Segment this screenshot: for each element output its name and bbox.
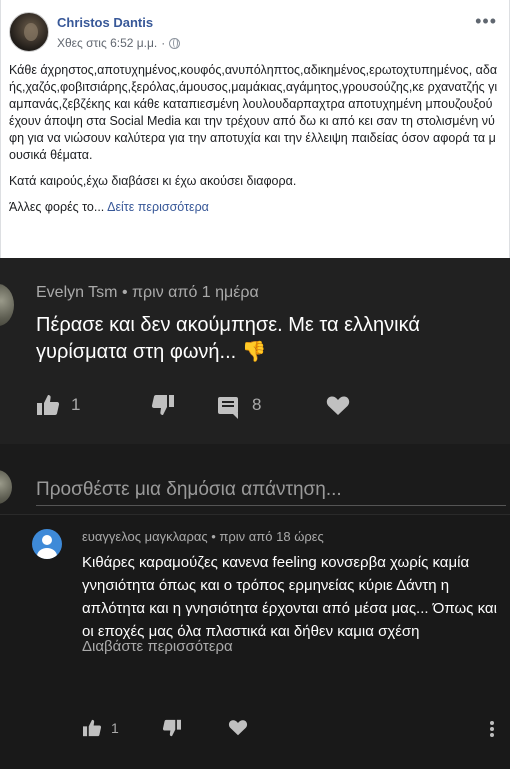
thumbs-down-emoji-icon: 👎: [241, 341, 267, 363]
like-button[interactable]: 1: [36, 394, 151, 416]
add-reply-row: [0, 468, 510, 516]
commenter-name[interactable]: ευαγγελος μαγκλαρας: [82, 529, 208, 544]
post-timestamp[interactable]: Χθες στις 6:52 μ.μ.: [57, 36, 157, 50]
comment-body: Πέρασε και δεν ακούμπησε. Με τα ελληνικά…: [36, 314, 420, 363]
comment-time: • πριν από 18 ώρες: [211, 529, 324, 544]
more-horizontal-icon[interactable]: •••: [475, 12, 497, 30]
commenter-name[interactable]: Evelyn Tsm: [36, 284, 118, 301]
meta-separator: ·: [161, 36, 166, 50]
read-more-link[interactable]: Διαβάστε περισσότερα: [82, 638, 233, 655]
comment-header: ευαγγελος μαγκλαρας • πριν από 18 ώρες: [82, 529, 324, 544]
heart-button[interactable]: [326, 395, 350, 416]
like-count: 1: [111, 720, 119, 736]
comment-header: Evelyn Tsm • πριν από 1 ημέρα: [36, 284, 259, 302]
comment-body: Κιθάρες καραμούζες κανενα feeling κονσερ…: [82, 554, 497, 640]
reply-comment: ευαγγελος μαγκλαρας • πριν από 18 ώρες Κ…: [0, 514, 510, 769]
post-paragraph: Κατά καιρούς,έχω διαβάσει κι έχω ακούσει…: [9, 174, 297, 188]
reply-button[interactable]: 8: [218, 395, 326, 419]
post-header: Christos Dantis Χθες στις 6:52 μ.μ. · ••…: [9, 12, 501, 56]
heart-icon: [326, 395, 350, 415]
dislike-button[interactable]: [162, 719, 182, 737]
globe-icon[interactable]: [169, 37, 181, 49]
reply-icon: [218, 396, 238, 419]
see-more-link[interactable]: Δείτε περισσότερα: [107, 200, 209, 214]
post-paragraph: Κάθε άχρηστος,αποτυχημένος,κουφός,ανυπόλ…: [9, 63, 498, 162]
dislike-button[interactable]: [151, 394, 218, 416]
thumbs-up-icon: [83, 719, 102, 737]
kebab-menu-icon[interactable]: [490, 721, 494, 737]
youtube-comments: Evelyn Tsm • πριν από 1 ημέρα Πέρασε και…: [0, 258, 510, 769]
post-author-name[interactable]: Christos Dantis: [57, 15, 153, 30]
thumbs-down-icon: [162, 719, 181, 737]
comment-time: • πριν από 1 ημέρα: [121, 284, 259, 301]
like-button[interactable]: 1: [82, 719, 119, 737]
commenter-avatar[interactable]: [0, 284, 14, 326]
heart-icon: [228, 720, 248, 736]
user-avatar: [0, 470, 12, 504]
heart-button[interactable]: [228, 719, 248, 736]
truncated-text: Άλλες φορές το...: [9, 200, 105, 214]
thumbs-up-icon: [37, 395, 60, 415]
comment-text: Πέρασε και δεν ακούμπησε. Με τα ελληνικά…: [36, 312, 496, 366]
reply-count: 8: [252, 395, 262, 414]
default-avatar-icon[interactable]: [32, 529, 62, 559]
post-meta: Χθες στις 6:52 μ.μ. ·: [57, 36, 181, 50]
like-count: 1: [71, 395, 81, 414]
thumbs-down-icon: [151, 395, 174, 415]
post-body: Κάθε άχρηστος,αποτυχημένος,κουφός,ανυπόλ…: [9, 62, 501, 225]
author-avatar[interactable]: [9, 12, 49, 52]
facebook-post: Christos Dantis Χθες στις 6:52 μ.μ. · ••…: [0, 0, 510, 258]
comment-actions: 1 8: [36, 394, 350, 419]
comment: Evelyn Tsm • πριν από 1 ημέρα Πέρασε και…: [0, 258, 510, 444]
post-paragraph-truncated: Άλλες φορές το... Δείτε περισσότερα: [9, 199, 501, 216]
reply-input[interactable]: [36, 474, 506, 506]
